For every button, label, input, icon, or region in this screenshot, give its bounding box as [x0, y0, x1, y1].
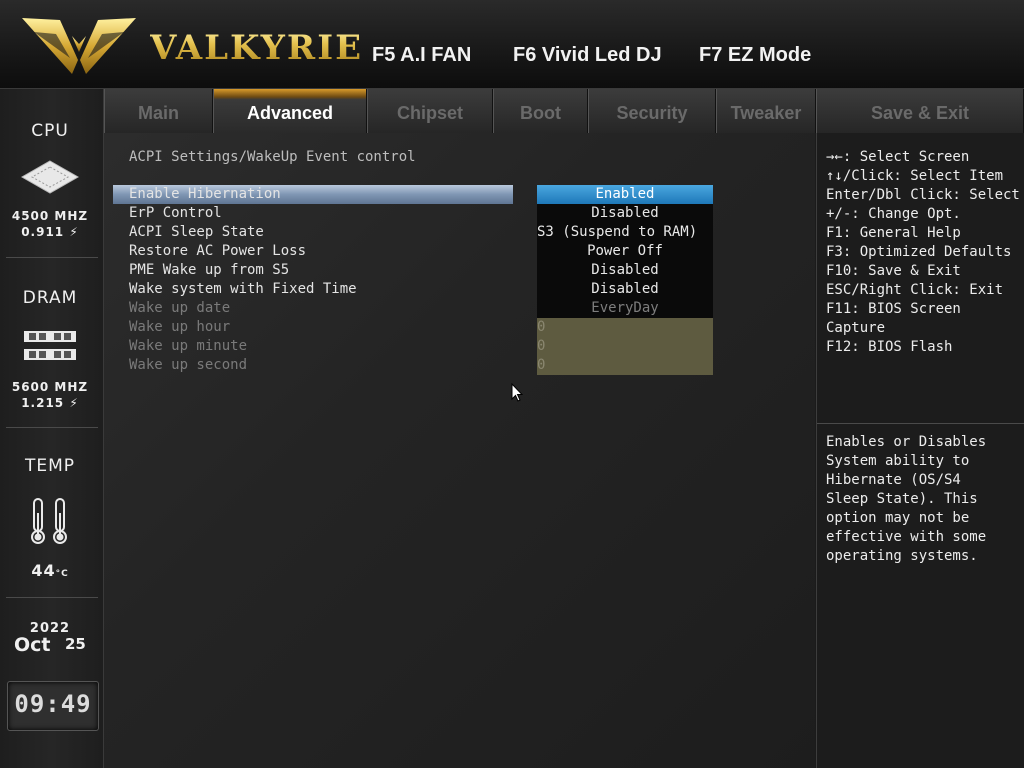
help-divider [817, 423, 1024, 424]
voltage-bolt-icon: ⚡ [64, 396, 79, 410]
help-description-line: Enables or Disables [826, 434, 987, 450]
help-key-select-item: ↑↓/Click: Select Item [826, 168, 1004, 184]
help-key-enter-select: Enter/Dbl Click: Select [826, 187, 1020, 203]
dram-label: DRAM [22, 288, 78, 308]
tab-security[interactable]: Security [588, 89, 716, 133]
help-description-line: Hibernate (OS/S4 [826, 472, 961, 488]
cpu-label: CPU [31, 121, 69, 141]
clock-display: 09:49 [7, 681, 99, 731]
vivid-led-dj-hotkey[interactable]: F6 Vivid Led DJ [513, 44, 662, 67]
section-title: ACPI Settings/WakeUp Event control [129, 149, 416, 165]
help-panel: →←: Select Screen ↑↓/Click: Select Item … [816, 133, 1024, 768]
setting-label: Restore AC Power Loss [129, 243, 307, 259]
setting-value-wake-up-date: EveryDay [537, 299, 713, 318]
setting-row-erp-control[interactable]: ErP Control [113, 204, 513, 223]
setting-label: Wake up hour [129, 319, 231, 335]
setting-row-wake-up-date: Wake up date [113, 299, 513, 318]
setting-value-wake-up-minute: 0 [537, 337, 713, 356]
temperature-value: 44°C [31, 561, 69, 580]
tab-chipset[interactable]: Chipset [367, 89, 493, 133]
top-bar: VALKYRIE F5 A.I FAN F6 Vivid Led DJ F7 E… [0, 0, 1024, 89]
settings-panel: ACPI Settings/WakeUp Event control Enabl… [104, 133, 815, 768]
voltage-bolt-icon: ⚡ [64, 225, 79, 239]
setting-value-restore-ac-power-loss[interactable]: Power Off [537, 242, 713, 261]
sidebar-divider [6, 427, 98, 428]
setting-value-pme-wake-up[interactable]: Disabled [537, 261, 713, 280]
setting-label: ErP Control [129, 205, 222, 221]
brand-logo-text: VALKYRIE [150, 28, 364, 68]
setting-label: PME Wake up from S5 [129, 262, 290, 278]
sidebar-divider [6, 257, 98, 258]
setting-row-wake-fixed-time[interactable]: Wake system with Fixed Time [113, 280, 513, 299]
tab-bar: Main Advanced Chipset Boot Security Twea… [104, 89, 1024, 133]
tab-advanced[interactable]: Advanced [213, 89, 367, 133]
setting-value-wake-up-hour: 0 [537, 318, 713, 337]
help-description-line: effective with some [826, 529, 987, 545]
setting-value-erp-control[interactable]: Disabled [537, 204, 713, 223]
setting-label: Wake up minute [129, 338, 248, 354]
help-description-line: Sleep State). This [826, 491, 978, 507]
setting-value-wake-fixed-time[interactable]: Disabled [537, 280, 713, 299]
help-description-line: operating systems. [826, 548, 978, 564]
help-key-save-exit: F10: Save & Exit [826, 263, 961, 279]
setting-label: Wake up second [129, 357, 248, 373]
setting-value-enable-hibernation[interactable]: Enabled [537, 185, 713, 204]
help-key-change-opt: +/-: Change Opt. [826, 206, 961, 222]
setting-row-acpi-sleep-state[interactable]: ACPI Sleep State [113, 223, 513, 242]
ez-mode-hotkey[interactable]: F7 EZ Mode [699, 44, 811, 67]
help-description-line: System ability to [826, 453, 970, 469]
help-key-select-screen: →←: Select Screen [826, 149, 970, 165]
setting-row-wake-up-hour: Wake up hour [113, 318, 513, 337]
help-key-bios-screen: F11: BIOS Screen [826, 301, 961, 317]
help-key-optimized-defaults: F3: Optimized Defaults [826, 244, 1012, 260]
tab-main[interactable]: Main [104, 89, 213, 133]
setting-row-wake-up-second: Wake up second [113, 356, 513, 375]
setting-value-wake-up-second: 0 [537, 356, 713, 375]
clock-time: 09:49 [14, 690, 92, 718]
setting-value-acpi-sleep-state[interactable]: S3 (Suspend to RAM) [537, 223, 713, 242]
dram-frequency: 5600 MHZ [11, 380, 89, 394]
tab-tweaker[interactable]: Tweaker [716, 89, 816, 133]
mouse-pointer-icon [511, 383, 523, 402]
tab-save-exit[interactable]: Save & Exit [816, 89, 1024, 133]
help-key-bios-flash: F12: BIOS Flash [826, 339, 953, 355]
help-key-capture: Capture [826, 320, 886, 336]
temp-label: TEMP [24, 456, 76, 476]
cpu-voltage: 0.911 ⚡ [21, 225, 79, 239]
setting-label: Enable Hibernation [129, 186, 281, 202]
help-key-general-help: F1: General Help [826, 225, 961, 241]
sidebar-divider [6, 597, 98, 598]
setting-row-restore-ac-power-loss[interactable]: Restore AC Power Loss [113, 242, 513, 261]
help-key-exit: ESC/Right Click: Exit [826, 282, 1004, 298]
setting-label: ACPI Sleep State [129, 224, 264, 240]
thermometer-icon [31, 498, 67, 544]
setting-row-wake-up-minute: Wake up minute [113, 337, 513, 356]
setting-row-pme-wake-up[interactable]: PME Wake up from S5 [113, 261, 513, 280]
ai-fan-hotkey[interactable]: F5 A.I FAN [372, 44, 471, 67]
valkyrie-wings-logo [22, 18, 136, 74]
cpu-chip-icon [20, 160, 80, 194]
dram-voltage: 1.215 ⚡ [21, 396, 79, 410]
help-description-line: option may not be [826, 510, 970, 526]
date-month: Oct [14, 634, 51, 656]
setting-label: Wake up date [129, 300, 231, 316]
cpu-frequency: 4500 MHZ [11, 209, 89, 223]
dram-module-icon [24, 331, 76, 360]
system-monitor-sidebar: CPU 4500 MHZ 0.911 ⚡ DRAM 5600 MHZ 1.215… [0, 89, 104, 768]
date-day: 25 [65, 635, 86, 653]
setting-row-enable-hibernation[interactable]: Enable Hibernation [113, 185, 513, 204]
tab-boot[interactable]: Boot [493, 89, 588, 133]
setting-label: Wake system with Fixed Time [129, 281, 357, 297]
celsius-icon: °C [55, 569, 69, 579]
